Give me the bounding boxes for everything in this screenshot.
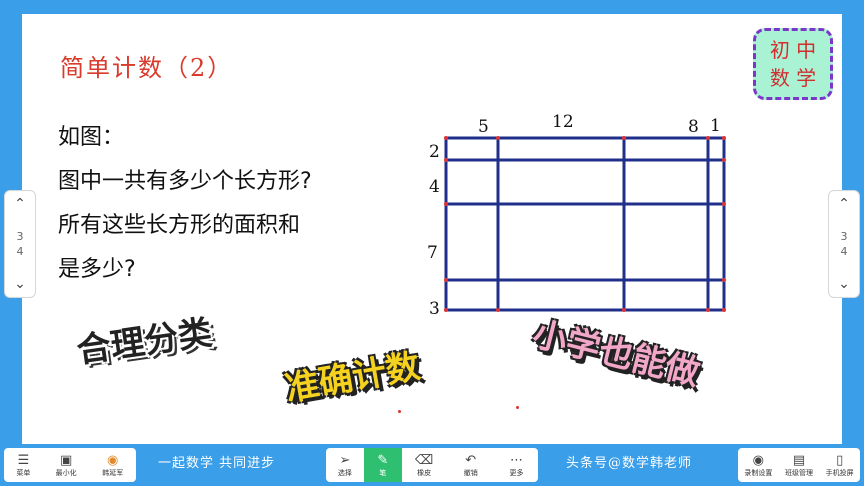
left-label: 2 <box>429 142 440 162</box>
badge-line-2: 数 学 <box>769 66 817 90</box>
ink-dot <box>516 406 519 409</box>
record-label: 录制设置 <box>744 468 773 477</box>
grid-node <box>722 308 726 312</box>
stamp-classify: 合理分类 <box>73 305 214 372</box>
page-total: 4 <box>16 245 24 258</box>
profile-label: 韩延军 <box>102 468 124 477</box>
stamp-text-3: 小学也能做 <box>528 313 704 394</box>
pen-label: 笔 <box>379 468 387 477</box>
slide-title: 简单计数（2） <box>60 54 234 82</box>
avatar-icon: ◉ <box>107 452 119 468</box>
menu-button[interactable]: ☰ 菜单 <box>4 448 43 482</box>
question-line-2: 图中一共有多少个长方形? <box>58 169 312 194</box>
undo-label: 撤销 <box>463 468 478 477</box>
grid-node <box>622 136 626 140</box>
left-page-nav: ⌃ 3 4 ⌄ <box>4 190 36 298</box>
minimize-icon: ▣ <box>60 452 73 468</box>
top-label: 8 <box>688 117 699 137</box>
pen-tool-button[interactable]: ✎ 笔 <box>363 448 402 482</box>
stamp-text-1: 合理分类 <box>74 312 215 372</box>
left-label: 7 <box>427 243 438 263</box>
page-total: 4 <box>840 245 848 258</box>
page-down-icon[interactable]: ⌄ <box>14 277 26 291</box>
page-down-icon[interactable]: ⌄ <box>838 277 850 291</box>
eraser-icon: ⌫ <box>414 452 434 468</box>
class-label: 班级管理 <box>785 468 813 477</box>
more-icon: ⋯ <box>509 452 523 468</box>
stamp-text-2: 准确计数 <box>282 346 424 410</box>
pen-icon: ✎ <box>377 452 389 468</box>
select-label: 选择 <box>337 468 352 477</box>
page-current: 3 <box>840 230 848 243</box>
minimize-label: 最小化 <box>55 468 77 477</box>
undo-icon: ↶ <box>465 452 477 468</box>
page-up-icon[interactable]: ⌃ <box>14 197 26 211</box>
phone-icon: ▯ <box>836 452 844 468</box>
minimize-button[interactable]: ▣ 最小化 <box>43 448 90 482</box>
phone-label: 手机投屏 <box>825 468 854 477</box>
menu-icon: ☰ <box>17 452 30 468</box>
grid-diagram: 5 12 8 1 2 4 7 3 <box>427 112 726 319</box>
select-tool-button[interactable]: ➢ 选择 <box>326 448 364 482</box>
grid-node <box>444 202 448 206</box>
left-label: 4 <box>429 177 440 197</box>
toolbar-left-group: ☰ 菜单 ▣ 最小化 ◉ 韩延军 <box>4 448 136 482</box>
grid-node <box>622 308 626 312</box>
toolbar-right-group: ◉ 录制设置 ▤ 班级管理 ▯ 手机投屏 <box>738 448 860 482</box>
page-indicator: 3 4 <box>17 229 24 259</box>
page-indicator: 3 4 <box>841 229 848 259</box>
grid-node <box>496 308 500 312</box>
page-current: 3 <box>16 230 24 243</box>
question-text: 如图： 图中一共有多少个长方形? 所有这些长方形的面积和 是多少? <box>58 116 312 292</box>
eraser-label: 橡皮 <box>417 468 432 477</box>
top-label: 5 <box>478 117 489 137</box>
grid-node <box>706 308 710 312</box>
eraser-tool-button[interactable]: ⌫ 橡皮 <box>402 448 447 482</box>
toolbar-center-group: ➢ 选择 ✎ 笔 ⌫ 橡皮 ↶ 撤销 ⋯ 更多 <box>326 448 538 482</box>
undo-button[interactable]: ↶ 撤销 <box>447 448 495 482</box>
class-management-button[interactable]: ▤ 班级管理 <box>779 448 820 482</box>
subject-badge: 初 中 数 学 <box>753 28 833 100</box>
badge-line-1: 初 中 <box>769 38 817 62</box>
record-settings-button[interactable]: ◉ 录制设置 <box>738 448 779 482</box>
grid-node <box>444 278 448 282</box>
page-up-icon[interactable]: ⌃ <box>838 197 850 211</box>
right-page-nav: ⌃ 3 4 ⌄ <box>828 190 860 298</box>
bottom-toolbar: ☰ 菜单 ▣ 最小化 ◉ 韩延军 一起数学 共同进步 ➢ 选择 ✎ 笔 ⌫ 橡皮… <box>0 444 864 486</box>
grid-node <box>444 308 448 312</box>
question-line-1: 如图： <box>58 125 125 150</box>
slide-canvas: 简单计数（2） 初 中 数 学 如图： 图中一共有多少个长方形? 所有这些长方形… <box>22 14 842 444</box>
class-icon: ▤ <box>792 452 806 468</box>
more-button[interactable]: ⋯ 更多 <box>495 448 538 482</box>
grid-node <box>444 158 448 162</box>
grid-node <box>722 136 726 140</box>
menu-label: 菜单 <box>16 468 31 477</box>
profile-button[interactable]: ◉ 韩延军 <box>89 448 136 482</box>
left-label: 3 <box>429 299 440 319</box>
more-label: 更多 <box>509 468 524 477</box>
rectangle-grid-figure: 5 12 8 1 2 4 7 3 <box>420 102 732 324</box>
top-label: 1 <box>710 116 721 136</box>
grid-node <box>496 136 500 140</box>
top-label: 12 <box>552 112 574 132</box>
grid-node <box>722 158 726 162</box>
stamp-count: 准确计数 <box>281 339 423 411</box>
question-line-3: 所有这些长方形的面积和 <box>58 213 301 238</box>
grid-node <box>722 202 726 206</box>
grid-node <box>706 136 710 140</box>
record-icon: ◉ <box>752 452 764 468</box>
grid-node <box>444 136 448 140</box>
ink-dot <box>398 410 401 413</box>
cursor-icon: ➢ <box>339 452 351 468</box>
phone-cast-button[interactable]: ▯ 手机投屏 <box>819 448 860 482</box>
question-line-4: 是多少? <box>58 257 136 282</box>
slogan-right: 头条号@数学韩老师 <box>566 456 693 471</box>
slogan-left: 一起数学 共同进步 <box>158 456 276 471</box>
grid-node <box>722 278 726 282</box>
